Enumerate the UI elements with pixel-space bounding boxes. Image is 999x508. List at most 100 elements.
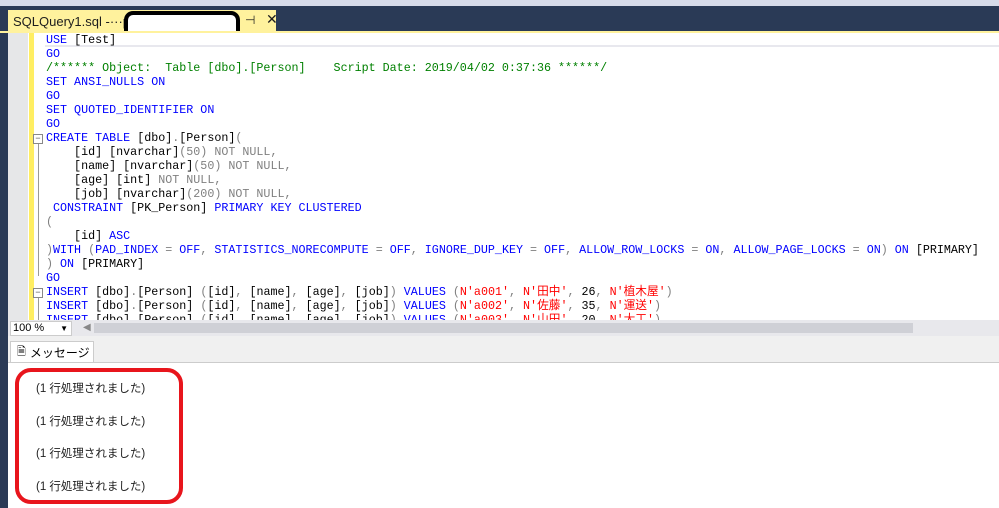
code-token: N'a001' bbox=[459, 285, 510, 299]
code-token: [dbo] bbox=[95, 299, 131, 313]
code-token: GO bbox=[46, 117, 61, 131]
code-token: , bbox=[235, 299, 250, 313]
code-token: ( bbox=[452, 285, 460, 299]
code-token: OFF bbox=[179, 243, 201, 257]
code-token: = bbox=[375, 243, 390, 257]
code-token: OFF bbox=[544, 243, 566, 257]
code-token: [job] [nvarchar] bbox=[46, 187, 187, 201]
code-token: , bbox=[595, 299, 610, 313]
code-token: [age] bbox=[305, 285, 341, 299]
code-line: [id] ASC bbox=[46, 229, 979, 243]
code-token: N'a002' bbox=[459, 299, 510, 313]
messages-icon: 🗎 bbox=[17, 346, 26, 358]
code-token: OFF bbox=[389, 243, 411, 257]
code-token: [id] bbox=[207, 285, 236, 299]
code-token: ) bbox=[653, 313, 661, 320]
code-token: GO bbox=[46, 89, 61, 103]
code-token: PRIMARY KEY CLUSTERED bbox=[214, 201, 362, 215]
code-token: ALLOW_ROW_LOCKS bbox=[579, 243, 692, 257]
collapse-icon[interactable]: − bbox=[33, 134, 43, 144]
code-line: [id] [nvarchar](50) NOT NULL, bbox=[46, 145, 979, 159]
code-token: , bbox=[567, 313, 582, 320]
pin-icon[interactable]: ⊣ bbox=[245, 13, 255, 27]
code-line: GO bbox=[46, 89, 979, 103]
code-token: N'大工' bbox=[609, 313, 654, 320]
code-token: INSERT bbox=[46, 313, 96, 320]
code-line: INSERT [dbo].[Person] ([id], [name], [ag… bbox=[46, 285, 979, 299]
scrollbar-thumb[interactable] bbox=[94, 323, 913, 333]
chevron-down-icon: ▼ bbox=[60, 324, 68, 333]
code-token: ( bbox=[452, 313, 460, 320]
code-token: , bbox=[340, 313, 355, 320]
code-token: , bbox=[595, 285, 610, 299]
code-token: , bbox=[410, 243, 425, 257]
code-token: ) bbox=[389, 313, 404, 320]
code-token: , bbox=[509, 313, 524, 320]
code-token: INSERT bbox=[46, 299, 96, 313]
code-token: [age] [int] bbox=[46, 173, 159, 187]
code-line: USE [Test] bbox=[46, 33, 979, 47]
code-token: [PK_Person] bbox=[130, 201, 215, 215]
tab-messages[interactable]: 🗎 メッセージ bbox=[10, 341, 94, 363]
code-line: [name] [nvarchar](50) NOT NULL, bbox=[46, 159, 979, 173]
code-token: N'田中' bbox=[523, 285, 568, 299]
code-line: SET ANSI_NULLS ON bbox=[46, 75, 979, 89]
close-icon[interactable]: ✕ bbox=[266, 11, 278, 28]
code-token: ON bbox=[866, 243, 881, 257]
code-token: [dbo] bbox=[95, 285, 131, 299]
code-token: VALUES bbox=[403, 285, 453, 299]
code-token: = bbox=[165, 243, 180, 257]
code-token: , bbox=[595, 313, 610, 320]
sql-code[interactable]: USE [Test] GO/****** Object: Table [dbo].… bbox=[46, 33, 979, 320]
code-token: ) bbox=[653, 299, 661, 313]
query-editor[interactable]: − − USE [Test] GO/****** Object: Table [d… bbox=[8, 33, 999, 320]
code-token: 20 bbox=[581, 313, 596, 320]
code-token: 35 bbox=[581, 299, 596, 313]
code-token: N'山田' bbox=[523, 313, 568, 320]
code-line: CREATE TABLE [dbo].[Person]( bbox=[46, 131, 979, 145]
code-token: VALUES bbox=[403, 313, 453, 320]
code-token: GO bbox=[46, 47, 61, 61]
code-token: , bbox=[291, 313, 306, 320]
code-token: N'佐藤' bbox=[523, 299, 568, 313]
code-token: , bbox=[719, 243, 734, 257]
code-token: [Person] bbox=[137, 285, 201, 299]
code-token: [dbo] bbox=[137, 131, 173, 145]
code-token: /****** Object: Table [dbo].[Person] Scr… bbox=[46, 61, 608, 75]
zoom-select[interactable]: 100 % ▼ bbox=[10, 321, 72, 336]
code-token: ) bbox=[665, 285, 673, 299]
scroll-left-icon[interactable]: ◀ bbox=[83, 322, 91, 333]
code-token: ( bbox=[46, 215, 54, 229]
code-token: [PRIMARY] bbox=[915, 243, 979, 257]
fold-guide bbox=[38, 144, 39, 276]
code-token: [Person] bbox=[137, 313, 201, 320]
code-token: , bbox=[509, 299, 524, 313]
code-line: ) ON [PRIMARY] bbox=[46, 257, 979, 271]
code-token: PAD_INDEX bbox=[95, 243, 166, 257]
code-token: ALLOW_PAGE_LOCKS bbox=[733, 243, 853, 257]
code-token: ) bbox=[389, 285, 404, 299]
collapse-icon[interactable]: − bbox=[33, 288, 43, 298]
code-token: ) bbox=[46, 257, 61, 271]
code-token: , bbox=[200, 243, 215, 257]
code-line: GO bbox=[46, 117, 979, 131]
code-token: ( bbox=[235, 131, 243, 145]
tab-messages-label: メッセージ bbox=[29, 346, 90, 360]
code-token: [age] bbox=[305, 313, 341, 320]
code-token: [name] bbox=[249, 313, 292, 320]
code-line: GO bbox=[46, 47, 979, 61]
tab-title: SQLQuery1.sql -···p bbox=[13, 13, 131, 29]
code-token: ) bbox=[46, 243, 54, 257]
code-token: , bbox=[291, 285, 306, 299]
code-token: [name] [nvarchar] bbox=[46, 159, 194, 173]
code-token: ON bbox=[60, 257, 82, 271]
code-token: SET ANSI_NULLS ON bbox=[46, 75, 166, 89]
code-token: [age] bbox=[305, 299, 341, 313]
editor-horizontal-scrollbar[interactable]: 100 % ▼ ◀ bbox=[8, 320, 999, 336]
code-token: [name] bbox=[249, 299, 292, 313]
code-token: USE bbox=[46, 33, 75, 47]
code-token: , bbox=[291, 299, 306, 313]
code-token: ) bbox=[389, 299, 404, 313]
code-token: = bbox=[852, 243, 867, 257]
code-token: NOT NULL, bbox=[158, 173, 222, 187]
